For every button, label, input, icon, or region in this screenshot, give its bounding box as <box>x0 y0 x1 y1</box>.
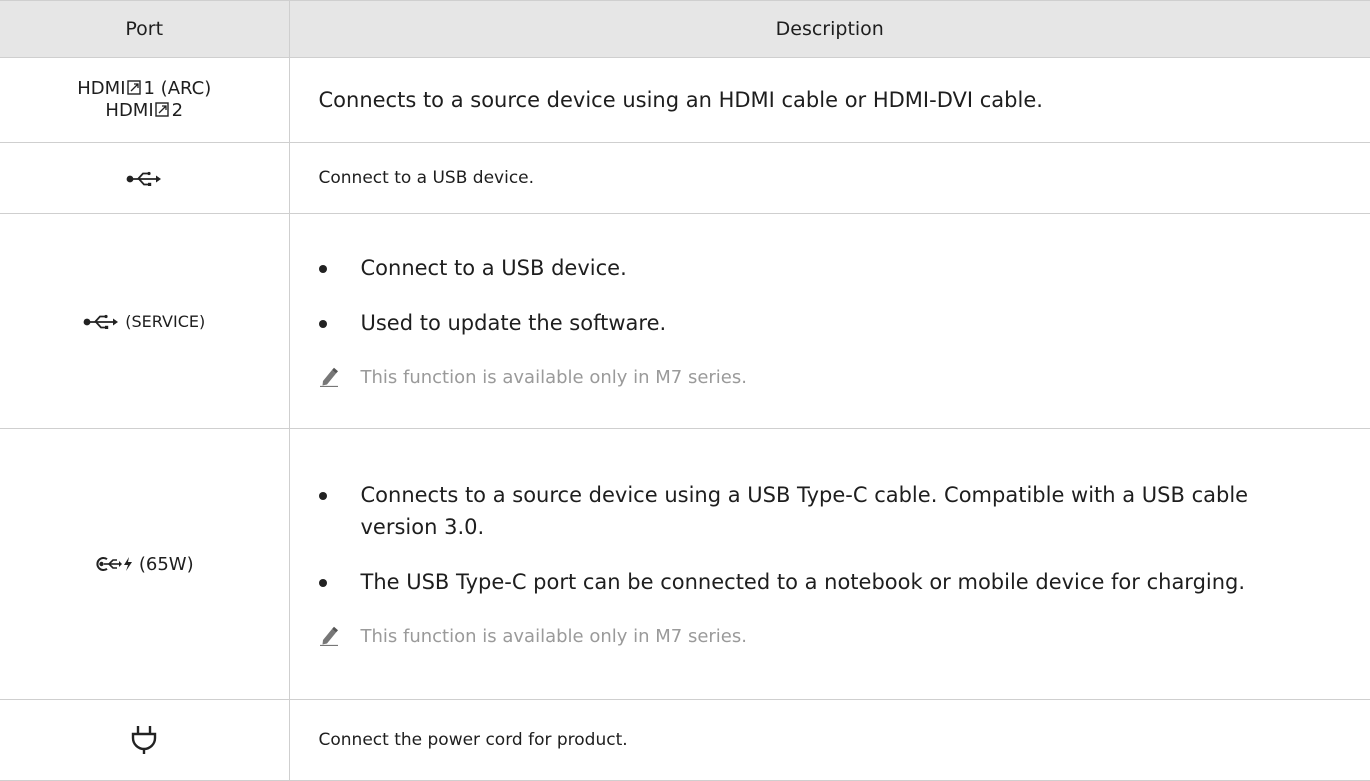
note: This function is available only in M7 se… <box>290 365 1370 391</box>
table-header-row: Port Description <box>0 1 1370 58</box>
description-cell: Connect to a USB device. Used to update … <box>289 214 1370 429</box>
description-text: Connect the power cord for product. <box>290 730 1370 750</box>
table-row: HDMI1 (ARC) HDMI2 Connects to a source d… <box>0 58 1370 143</box>
port-cell: HDMI1 (ARC) HDMI2 <box>0 58 289 143</box>
note: This function is available only in M7 se… <box>290 624 1370 650</box>
port-cell <box>0 143 289 214</box>
description-cell: Connect the power cord for product. <box>289 700 1370 781</box>
column-header-port: Port <box>0 1 289 58</box>
hdmi-arc-icon <box>155 102 170 117</box>
ports-table: Port Description HDMI1 (ARC) HDMI2 Conne… <box>0 0 1370 781</box>
list-item: Used to update the software. <box>319 307 1331 339</box>
bullet-text: Connect to a USB device. <box>361 256 627 280</box>
pencil-icon <box>319 626 339 646</box>
port-suffix: (SERVICE) <box>125 312 205 331</box>
hdmi-port-label: HDMI1 (ARC) HDMI2 <box>0 78 289 122</box>
list-item: Connects to a source device using a USB … <box>319 479 1331 543</box>
hdmi-label-1: HDMI <box>77 78 125 99</box>
table-row: Connect to a USB device. <box>0 143 1370 214</box>
bullet-list: Connects to a source device using a USB … <box>290 479 1370 598</box>
note-text: This function is available only in M7 se… <box>361 626 747 647</box>
description-text: Connects to a source device using an HDM… <box>290 88 1370 112</box>
bullet-text: The USB Type-C port can be connected to … <box>361 570 1246 594</box>
table-row: (65W) Connects to a source device using … <box>0 429 1370 700</box>
usb-icon <box>126 171 162 187</box>
usb-icon <box>83 314 119 330</box>
bullet-list: Connect to a USB device. Used to update … <box>290 252 1370 339</box>
usb-type-c-charging-icon <box>95 555 139 573</box>
description-text: Connect to a USB device. <box>290 168 1370 188</box>
hdmi-label-2-suffix: 2 <box>172 100 183 121</box>
port-cell: (SERVICE) <box>0 214 289 429</box>
hdmi-label-1-suffix: 1 (ARC) <box>144 78 212 99</box>
table-row: (SERVICE) Connect to a USB device. Used … <box>0 214 1370 429</box>
port-cell: (65W) <box>0 429 289 700</box>
port-cell <box>0 700 289 781</box>
pencil-icon <box>319 367 339 387</box>
bullet-text: Connects to a source device using a USB … <box>361 483 1249 539</box>
note-text: This function is available only in M7 se… <box>361 367 747 388</box>
description-cell: Connects to a source device using a USB … <box>289 429 1370 700</box>
hdmi-arc-icon <box>127 80 142 95</box>
bullet-text: Used to update the software. <box>361 311 667 335</box>
description-cell: Connect to a USB device. <box>289 143 1370 214</box>
column-header-description: Description <box>289 1 1370 58</box>
list-item: Connect to a USB device. <box>319 252 1331 284</box>
power-plug-icon <box>131 725 157 755</box>
list-item: The USB Type-C port can be connected to … <box>319 566 1331 598</box>
hdmi-label-2: HDMI <box>105 100 153 121</box>
description-cell: Connects to a source device using an HDM… <box>289 58 1370 143</box>
table-row: Connect the power cord for product. <box>0 700 1370 781</box>
port-suffix: (65W) <box>139 554 194 575</box>
